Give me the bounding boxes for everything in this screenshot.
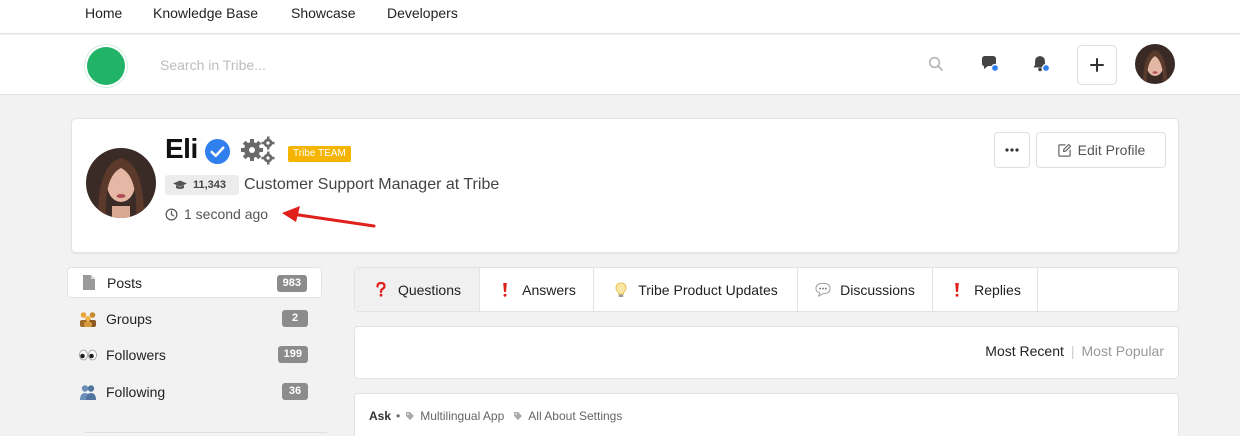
light-bulb-icon [613, 282, 629, 298]
followers-count-badge: 199 [277, 346, 308, 363]
search-icon[interactable] [924, 52, 948, 76]
notifications-bell-icon[interactable] [1029, 52, 1053, 76]
post-meta: Ask • Multilingual App All About Setting… [369, 409, 622, 423]
edit-profile-label: Edit Profile [1077, 142, 1146, 158]
nav-link-knowledge-base[interactable]: Knowledge Base [153, 5, 258, 21]
profile-name: Eli [165, 133, 198, 164]
tab-answers[interactable]: Answers [480, 268, 594, 311]
tab-questions[interactable]: Questions [355, 268, 480, 311]
logo[interactable] [87, 47, 125, 85]
top-navigation: Home Knowledge Base Showcase Developers [0, 0, 1240, 34]
sidebar-item-followers[interactable]: Followers 199 [67, 339, 322, 370]
nav-link-developers[interactable]: Developers [387, 5, 458, 21]
eyes-icon [79, 346, 97, 364]
sort-most-popular[interactable]: Most Popular [1082, 343, 1164, 359]
graduation-cap-icon [173, 180, 187, 189]
sort-options: Most Recent | Most Popular [985, 343, 1164, 359]
sidebar-item-label: Following [106, 383, 166, 400]
groups-count-badge: 2 [282, 310, 308, 327]
settings-gears-icon[interactable] [239, 135, 277, 165]
sidebar-item-following[interactable]: Following 36 [67, 376, 322, 407]
sidebar-item-label: Groups [106, 310, 152, 327]
sort-bar: Most Recent | Most Popular [354, 326, 1179, 379]
question-mark-icon [373, 282, 389, 297]
ellipsis-icon [1005, 148, 1019, 152]
following-count-badge: 36 [282, 383, 308, 400]
clock-icon [165, 208, 178, 220]
app-header [0, 35, 1240, 95]
sidebar-item-label: Posts [107, 274, 143, 291]
sidebar-item-label: Followers [106, 346, 166, 363]
tab-discussions[interactable]: Discussions [798, 268, 933, 311]
profile-avatar [86, 148, 156, 218]
people-icon [79, 383, 97, 401]
tag-icon [406, 412, 415, 420]
groups-icon [79, 310, 97, 328]
post-type[interactable]: Ask [369, 409, 391, 423]
reputation-points: 11,343 [193, 179, 227, 191]
plus-icon [1090, 58, 1104, 72]
nav-link-showcase[interactable]: Showcase [291, 5, 356, 21]
tab-replies[interactable]: Replies [933, 268, 1038, 311]
messages-icon[interactable] [978, 52, 1002, 76]
tab-label: Answers [522, 281, 576, 298]
sidebar-item-posts[interactable]: Posts 983 [67, 267, 322, 298]
profile-card: Eli Tribe TEAM 11,343 Customer Support M… [71, 118, 1179, 253]
sort-separator: | [1070, 343, 1075, 359]
tab-tribe-product-updates[interactable]: Tribe Product Updates [594, 268, 798, 311]
nav-link-home[interactable]: Home [85, 5, 122, 21]
team-badge: Tribe TEAM [288, 146, 351, 162]
speech-bubble-icon [815, 282, 831, 297]
last-seen: 1 second ago [165, 206, 268, 222]
reputation-badge: 11,343 [165, 175, 239, 195]
edit-profile-button[interactable]: Edit Profile [1036, 132, 1166, 168]
verified-badge-icon [204, 138, 231, 165]
create-post-button[interactable] [1077, 45, 1117, 85]
user-avatar[interactable] [1135, 44, 1175, 84]
post-tag[interactable]: Multilingual App [420, 409, 504, 423]
profile-title: Customer Support Manager at Tribe [244, 176, 500, 193]
post-tag[interactable]: All About Settings [528, 409, 622, 423]
sidebar-divider [85, 432, 327, 433]
annotation-arrow [282, 206, 376, 228]
exclamation-icon [497, 282, 513, 297]
exclamation-icon [949, 282, 965, 297]
tag-icon [514, 412, 523, 420]
sidebar-item-groups[interactable]: Groups 2 [67, 303, 322, 334]
edit-icon [1057, 143, 1071, 157]
tab-label: Questions [397, 281, 462, 298]
posts-count-badge: 983 [276, 275, 307, 292]
sort-most-recent[interactable]: Most Recent [985, 343, 1064, 359]
more-options-button[interactable] [994, 132, 1030, 168]
tab-label: Tribe Product Updates [638, 281, 778, 298]
document-icon [80, 274, 98, 292]
last-seen-text: 1 second ago [184, 206, 269, 222]
post-card: Ask • Multilingual App All About Setting… [354, 393, 1179, 436]
content-tabs: Questions Answers Tribe Product Updates … [354, 267, 1179, 312]
search-input[interactable] [160, 52, 860, 78]
tab-label: Replies [974, 281, 1021, 298]
meta-dot: • [396, 409, 401, 423]
tab-label: Discussions [840, 281, 915, 298]
